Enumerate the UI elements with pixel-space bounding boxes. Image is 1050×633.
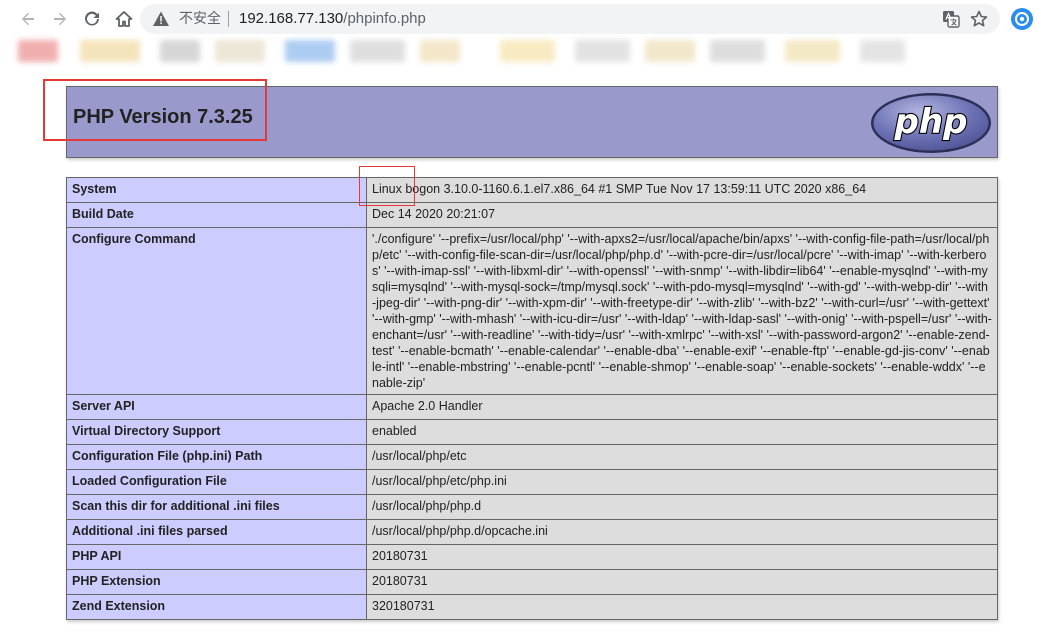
row-label: Scan this dir for additional .ini files	[66, 494, 367, 520]
table-row: Server API Apache 2.0 Handler	[66, 394, 998, 420]
row-label: Additional .ini files parsed	[66, 519, 367, 545]
table-row: Scan this dir for additional .ini files /…	[66, 494, 998, 520]
bookmark-item[interactable]	[420, 40, 460, 62]
row-label: Server API	[66, 394, 367, 420]
translate-icon[interactable]	[942, 10, 960, 28]
php-logo: php	[871, 93, 991, 153]
address-bar[interactable]: 不安全 192.168.77.130/phpinfo.php	[140, 4, 1000, 34]
row-value: /usr/local/php/php.d/opcache.ini	[366, 519, 998, 545]
row-label: Configuration File (php.ini) Path	[66, 444, 367, 470]
table-row: PHP API 20180731	[66, 544, 998, 570]
row-label: Zend Extension	[66, 594, 367, 620]
forward-icon[interactable]	[48, 7, 72, 31]
omnibox-divider	[228, 11, 229, 27]
warning-icon[interactable]	[152, 10, 170, 28]
php-logo-text: php	[894, 102, 968, 142]
bookmark-item[interactable]	[785, 40, 840, 62]
bookmark-item[interactable]	[18, 40, 58, 62]
bookmark-item[interactable]	[645, 40, 695, 62]
bookmark-item[interactable]	[80, 40, 140, 62]
bookmark-star-icon[interactable]	[969, 9, 989, 29]
bookmark-item[interactable]	[215, 40, 265, 62]
url-path: /phpinfo.php	[343, 10, 426, 27]
table-row: System Linux bogon 3.10.0-1160.6.1.el7.x8…	[66, 177, 998, 203]
table-row: Configure Command './configure' '--prefix…	[66, 227, 998, 395]
reload-icon[interactable]	[80, 7, 104, 31]
table-row: Additional .ini files parsed/usr/local/p…	[66, 519, 998, 545]
row-value: Dec 14 2020 20:21:07	[366, 202, 998, 228]
row-label: PHP Extension	[66, 569, 367, 595]
row-label: Build Date	[66, 202, 367, 228]
security-label[interactable]: 不安全	[179, 10, 221, 28]
row-value: /usr/local/php/php.d	[366, 494, 998, 520]
row-value: /usr/local/php/etc/php.ini	[366, 469, 998, 495]
table-row: Build Date Dec 14 2020 20:21:07	[66, 202, 998, 228]
url-text[interactable]: 192.168.77.130/phpinfo.php	[239, 10, 426, 28]
table-row: Loaded Configuration File/usr/local/php/…	[66, 469, 998, 495]
annotation-highlight-version	[43, 79, 267, 141]
info-table: System Linux bogon 3.10.0-1160.6.1.el7.x8…	[66, 177, 998, 620]
row-label: Virtual Directory Support	[66, 419, 367, 445]
annotation-highlight-system	[359, 166, 415, 206]
browser-chrome: 不安全 192.168.77.130/phpinfo.php	[0, 0, 1050, 68]
browser-toolbar: 不安全 192.168.77.130/phpinfo.php	[0, 0, 1050, 38]
phpinfo-page: PHP Version 7.3.25 php System Linux bogon…	[0, 68, 1050, 633]
table-row: PHP Extension 20180731	[66, 569, 998, 595]
bookmarks-bar	[0, 38, 1050, 66]
row-value: Apache 2.0 Handler	[366, 394, 998, 420]
row-label: Configure Command	[66, 227, 367, 395]
row-value: Linux bogon 3.10.0-1160.6.1.el7.x86_64 #…	[366, 177, 998, 203]
bookmark-item[interactable]	[285, 40, 335, 62]
row-value: './configure' '--prefix=/usr/local/php' …	[366, 227, 998, 395]
table-row: Configuration File (php.ini) Path/usr/lo…	[66, 444, 998, 470]
bookmark-item[interactable]	[860, 40, 905, 62]
table-row: Virtual Directory Support enabled	[66, 419, 998, 445]
table-row: Zend Extension 320180731	[66, 594, 998, 620]
back-icon[interactable]	[16, 7, 40, 31]
bookmark-item[interactable]	[710, 40, 765, 62]
bookmark-item[interactable]	[350, 40, 405, 62]
extension-icon[interactable]	[1011, 8, 1033, 30]
row-label: PHP API	[66, 544, 367, 570]
home-icon[interactable]	[112, 7, 136, 31]
bookmark-item[interactable]	[160, 40, 200, 62]
row-value: enabled	[366, 419, 998, 445]
bookmark-item[interactable]	[500, 40, 555, 62]
url-host: 192.168.77.130	[239, 10, 344, 27]
row-label: Loaded Configuration File	[66, 469, 367, 495]
row-value: 20180731	[366, 544, 998, 570]
row-value: /usr/local/php/etc	[366, 444, 998, 470]
row-value: 320180731	[366, 594, 998, 620]
bookmark-item[interactable]	[575, 40, 630, 62]
row-value: 20180731	[366, 569, 998, 595]
row-label: System	[66, 177, 367, 203]
